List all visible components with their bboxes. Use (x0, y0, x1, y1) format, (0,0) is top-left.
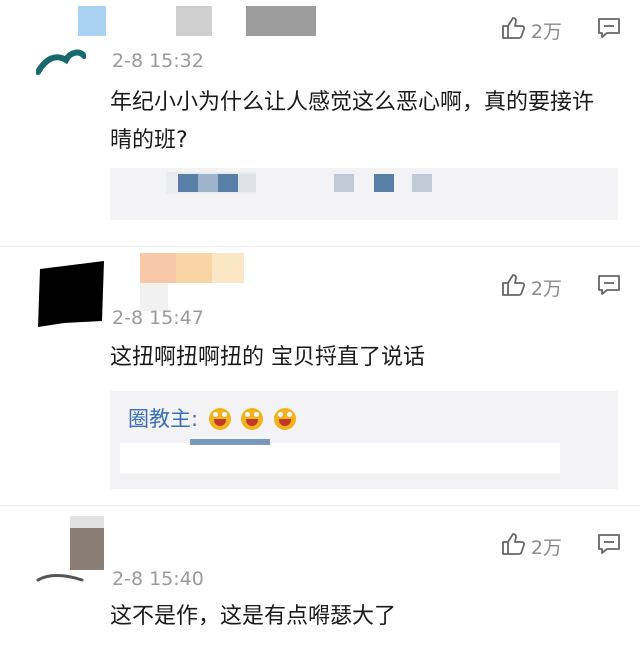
comment-text: 这扭啊扭啊扭的 宝贝捋直了说话 (110, 345, 425, 370)
comment-time: 2-8 15:32 (112, 50, 204, 72)
comment-icon (596, 531, 622, 561)
comment-actions: 2万 (499, 14, 622, 46)
reply-author[interactable]: 圈教主: (128, 407, 198, 431)
comment-text: 这不是作，这是有点嘚瑟大了 (110, 604, 397, 629)
reply-button[interactable] (596, 531, 622, 561)
comment-text: 年纪小小为什么让人感觉这么恶心啊，真的要接许晴的班? (110, 90, 595, 153)
like-count: 2万 (530, 20, 562, 43)
laughing-emoji-icon (241, 408, 264, 430)
like-count: 2万 (530, 536, 562, 559)
comment-item-1: 2万 2-8 15:32 年纪小小为什么让人感觉这么恶心啊，真的要接许晴的班? (0, 0, 640, 246)
reply-preview[interactable] (110, 168, 618, 220)
comment-icon (596, 272, 622, 302)
avatar[interactable] (35, 40, 87, 80)
like-button[interactable]: 2万 (499, 530, 562, 562)
comment-actions: 2万 (499, 271, 622, 303)
comment-item-3: 2万 2-8 15:40 这不是作，这是有点嘚瑟大了 (0, 506, 640, 645)
laughing-emoji-icon (208, 408, 231, 430)
avatar[interactable] (34, 255, 106, 329)
comment-actions: 2万 (499, 530, 622, 562)
reply-mosaic (120, 443, 560, 473)
like-count: 2万 (530, 277, 562, 300)
laughing-emoji-icon (274, 408, 297, 430)
like-button[interactable]: 2万 (499, 14, 562, 46)
thumbs-up-icon (499, 14, 527, 46)
avatar[interactable] (36, 570, 86, 586)
reply-button[interactable] (596, 272, 622, 302)
like-button[interactable]: 2万 (499, 271, 562, 303)
comment-time: 2-8 15:40 (112, 568, 204, 590)
reply-button[interactable] (596, 15, 622, 45)
reply-preview[interactable]: 圈教主: (110, 391, 618, 489)
comment-icon (596, 15, 622, 45)
reply-line: 圈教主: (128, 403, 297, 433)
thumbs-up-icon (499, 271, 527, 303)
comment-time: 2-8 15:47 (112, 307, 204, 329)
comment-item-2: 2万 2-8 15:47 这扭啊扭啊扭的 宝贝捋直了说话 圈教主: (0, 247, 640, 505)
thumbs-up-icon (499, 530, 527, 562)
